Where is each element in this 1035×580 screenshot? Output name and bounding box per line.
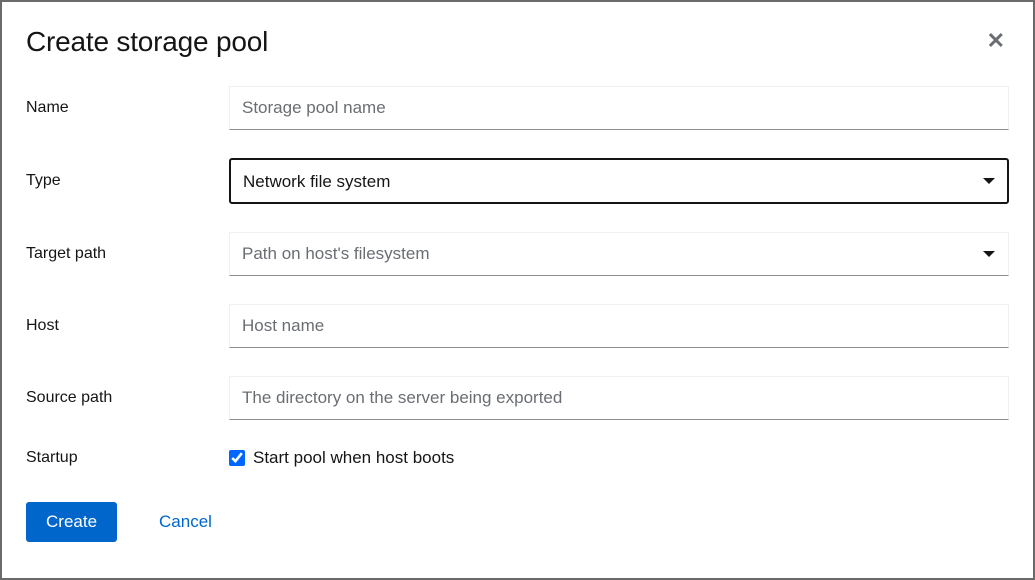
name-label: Name <box>26 99 229 117</box>
host-input[interactable] <box>229 304 1009 348</box>
target-path-input[interactable] <box>229 232 1009 276</box>
form-row-source-path: Source path <box>26 376 1009 420</box>
host-control <box>229 304 1009 348</box>
close-icon[interactable]: ✕ <box>983 26 1009 56</box>
form-row-host: Host <box>26 304 1009 348</box>
create-button[interactable]: Create <box>26 502 117 542</box>
target-path-label: Target path <box>26 245 229 263</box>
type-label: Type <box>26 172 229 190</box>
source-path-input[interactable] <box>229 376 1009 420</box>
form-row-startup: Startup Start pool when host boots <box>26 448 1009 468</box>
name-input[interactable] <box>229 86 1009 130</box>
create-storage-pool-modal: Create storage pool ✕ Name Type Network … <box>2 2 1033 578</box>
target-path-control <box>229 232 1009 276</box>
startup-checkbox[interactable] <box>229 450 245 466</box>
form-row-target-path: Target path <box>26 232 1009 276</box>
source-path-control <box>229 376 1009 420</box>
startup-control: Start pool when host boots <box>229 448 1009 468</box>
startup-checkbox-label: Start pool when host boots <box>253 448 454 468</box>
form-row-name: Name <box>26 86 1009 130</box>
modal-header: Create storage pool ✕ <box>26 26 1009 58</box>
modal-footer: Create Cancel <box>26 502 1009 542</box>
type-select[interactable]: Network file system <box>229 158 1009 204</box>
host-label: Host <box>26 317 229 335</box>
form-row-type: Type Network file system <box>26 158 1009 204</box>
startup-label: Startup <box>26 449 229 467</box>
modal-title: Create storage pool <box>26 26 268 58</box>
type-control: Network file system <box>229 158 1009 204</box>
name-control <box>229 86 1009 130</box>
source-path-label: Source path <box>26 389 229 407</box>
cancel-button[interactable]: Cancel <box>159 512 212 532</box>
